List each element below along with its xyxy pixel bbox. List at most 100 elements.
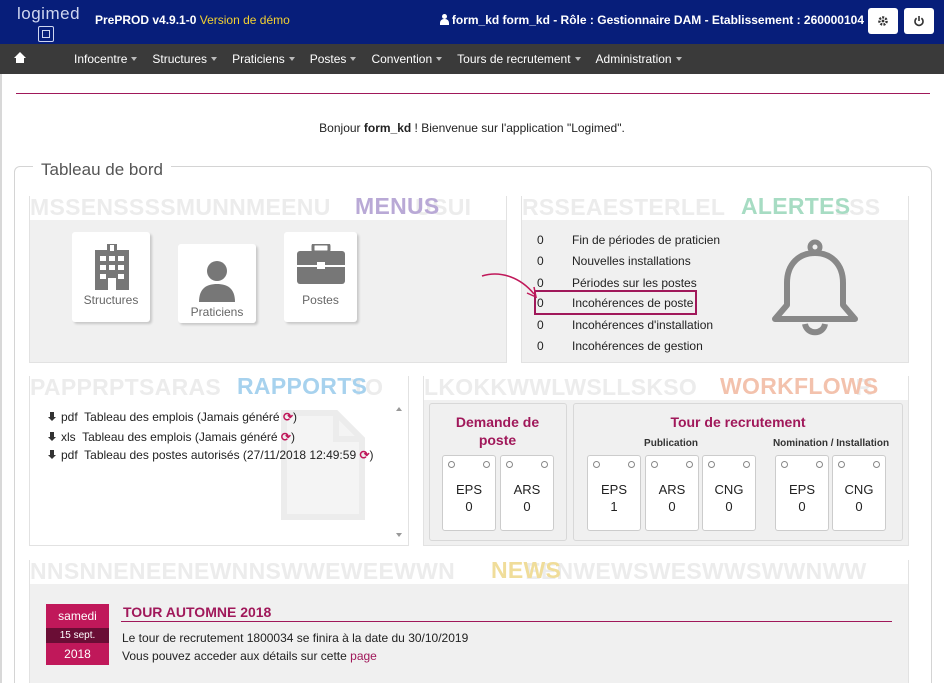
rapports-heading: RAPPORTS <box>237 373 368 399</box>
tile-label: Postes <box>302 293 339 307</box>
card-label: ARS <box>658 482 686 497</box>
scroll-up-icon[interactable] <box>396 407 402 411</box>
circle-icon <box>541 461 548 468</box>
report-item[interactable]: xls Tableau des emplois (Jamais généré ⟳… <box>47 430 295 444</box>
card-value: 0 <box>798 499 806 514</box>
demande-title: Demande de poste <box>455 414 540 448</box>
refresh-icon[interactable]: ⟳ <box>283 410 293 424</box>
card-value: 0 <box>668 499 676 514</box>
divider <box>16 93 930 94</box>
report-item[interactable]: pdf Tableau des emplois (Jamais généré ⟳… <box>47 410 297 424</box>
report-format: pdf <box>61 410 78 424</box>
nav-label: Convention <box>371 52 433 66</box>
wf-card-pub-eps[interactable]: EPS 1 <box>587 455 641 531</box>
tile-label: Structures <box>83 293 139 307</box>
nav-item-administration[interactable]: Administration <box>596 52 682 66</box>
download-icon <box>47 412 57 422</box>
news-link-prefix: Vous pouvez acceder aux détails sur cett… <box>122 649 351 663</box>
nav-label: Postes <box>309 52 347 66</box>
highlight-box <box>534 290 697 315</box>
circle-icon <box>838 461 845 468</box>
scroll-down-icon[interactable] <box>396 533 402 537</box>
caret-down-icon <box>574 57 581 61</box>
settings-button[interactable] <box>868 8 898 34</box>
welcome-user: form_kd <box>363 121 412 135</box>
circle-icon <box>651 461 658 468</box>
card-value: 0 <box>465 499 473 514</box>
nav-item-postes[interactable]: Postes <box>310 52 357 66</box>
alert-item[interactable]: 0 Incohérences de gestion <box>537 339 703 353</box>
left-border <box>0 74 2 683</box>
app-version: PrePROD v4.9.1-0 Version de démo <box>95 13 290 27</box>
alert-item[interactable]: 0 Incohérences d'installation <box>537 318 713 332</box>
report-label: Tableau des emplois (Jamais généré <box>84 410 280 424</box>
alert-item[interactable]: 0 Fin de périodes de praticien <box>537 233 720 247</box>
watermark-text: EENWEWSWESWWSWWNWW <box>525 558 867 584</box>
gear-icon <box>878 16 888 26</box>
building-icon <box>95 244 129 290</box>
nomination-label: Nomination / Installation <box>772 438 890 449</box>
wf-card-nom-eps[interactable]: EPS 0 <box>775 455 829 531</box>
card-label: CNG <box>844 482 874 497</box>
nav-label: Praticiens <box>232 52 285 66</box>
card-label: EPS <box>600 482 627 497</box>
nav-item-tours[interactable]: Tours de recrutement <box>457 52 581 66</box>
wf-card-pub-cng[interactable]: CNG 0 <box>702 455 756 531</box>
news-text: Le tour de recrutement 1800034 se finira… <box>122 631 469 645</box>
version-text: PrePROD v4.9.1-0 <box>95 13 197 27</box>
person-icon <box>199 261 235 302</box>
caret-down-icon <box>675 57 682 61</box>
home-icon[interactable] <box>14 52 26 64</box>
caret-down-icon <box>288 57 295 61</box>
watermark-text: MSSENSSSSMUNNMEENU <box>30 194 331 220</box>
wf-card-demande-eps[interactable]: EPS 0 <box>442 455 496 531</box>
report-format: xls <box>61 430 76 444</box>
alert-label: Fin de périodes de praticien <box>572 233 721 247</box>
tile-praticiens[interactable]: Praticiens <box>178 244 256 323</box>
alert-label: Incohérences de gestion <box>572 339 703 353</box>
logo[interactable]: logimed <box>0 0 80 44</box>
wf-card-demande-ars[interactable]: ARS 0 <box>500 455 554 531</box>
refresh-icon[interactable]: ⟳ <box>359 448 369 462</box>
power-icon <box>914 16 924 27</box>
nav-item-structures[interactable]: Structures <box>152 52 218 66</box>
watermark-text: LKOKKWWLWSLLSKSO <box>424 374 698 400</box>
watermark-text: PAPPRPTSARAS <box>30 374 222 400</box>
card-label: CNG <box>714 482 744 497</box>
tile-label: Praticiens <box>190 305 244 319</box>
alert-item[interactable]: 0 Périodes sur les postes <box>537 276 697 290</box>
nav-item-convention[interactable]: Convention <box>371 52 443 66</box>
dashboard-title: Tableau de bord <box>33 160 171 180</box>
alert-label: Incohérences d'installation <box>572 318 714 332</box>
briefcase-icon <box>297 244 345 284</box>
nav-items: Infocentre Structures Praticiens Postes … <box>74 52 697 66</box>
card-value: 0 <box>725 499 733 514</box>
refresh-icon[interactable]: ⟳ <box>281 430 291 444</box>
news-page-link[interactable]: page <box>350 649 377 663</box>
news-date-badge: samedi 15 sept. 2018 <box>46 604 109 665</box>
news-year: 2018 <box>46 643 109 665</box>
card-value: 0 <box>855 499 863 514</box>
download-icon <box>47 450 57 460</box>
logo-icon <box>38 26 54 42</box>
watermark-text: NNSNNENEENEWNNSWWEWEEWWN <box>30 558 456 584</box>
scrollbar[interactable] <box>393 403 405 541</box>
wf-card-nom-cng[interactable]: CNG 0 <box>832 455 886 531</box>
circle-icon <box>593 461 600 468</box>
tile-postes[interactable]: Postes <box>284 232 357 322</box>
circle-icon <box>686 461 693 468</box>
nav-label: Structures <box>152 52 208 66</box>
welcome-suffix: ! Bienvenue sur l'application "Logimed". <box>411 121 625 135</box>
nav-item-praticiens[interactable]: Praticiens <box>232 52 295 66</box>
report-format: pdf <box>61 448 78 462</box>
nav-item-infocentre[interactable]: Infocentre <box>74 52 138 66</box>
caret-down-icon <box>131 57 138 61</box>
news-watermark: NNSNNENEENEWNNSWWEWEEWWN NEWSEENWEWSWESWW… <box>30 558 908 584</box>
demo-label: Version de démo <box>199 13 290 27</box>
logout-button[interactable] <box>904 8 934 34</box>
report-item[interactable]: pdf Tableau des postes autorisés (27/11/… <box>47 448 374 462</box>
circle-icon <box>816 461 823 468</box>
wf-card-pub-ars[interactable]: ARS 0 <box>645 455 699 531</box>
alert-item[interactable]: 0 Nouvelles installations <box>537 254 691 268</box>
tile-structures[interactable]: Structures <box>72 232 150 322</box>
